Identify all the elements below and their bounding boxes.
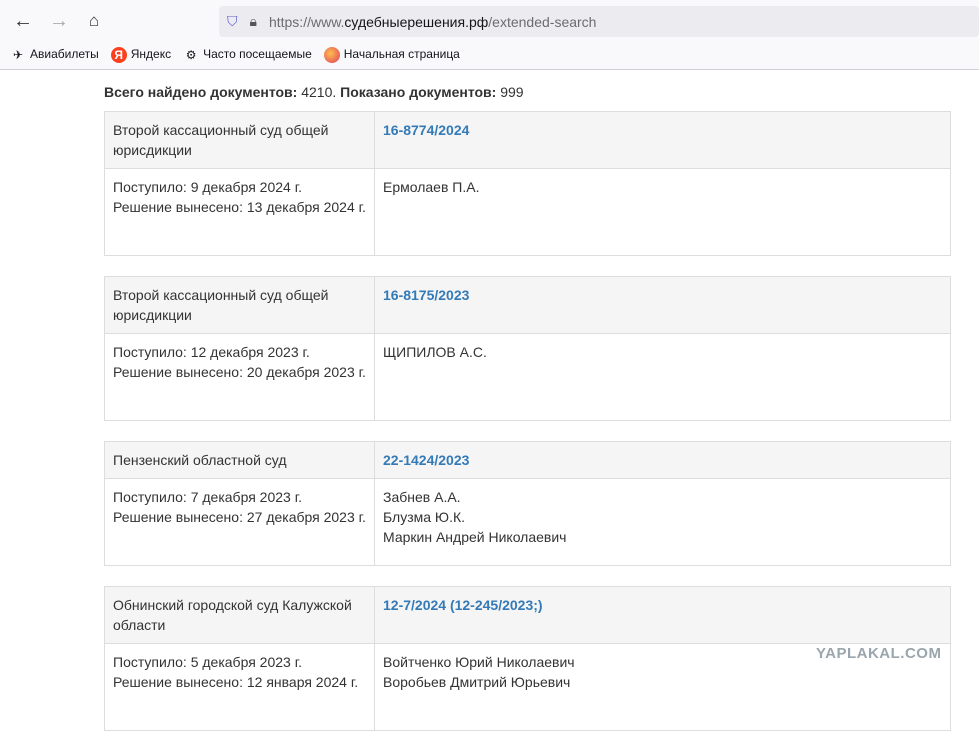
case-number-link[interactable]: 22-1424/2023 <box>383 452 469 468</box>
judges-cell: Забнев А.А. Блузма Ю.К. Маркин Андрей Нико… <box>374 478 951 566</box>
found-label: Всего найдено документов: <box>104 84 298 100</box>
bookmark-start-page[interactable]: Начальная страница <box>323 47 460 63</box>
bookmark-most-visited[interactable]: ⚙ Часто посещаемые <box>183 47 312 63</box>
found-count: 4210. <box>301 84 337 100</box>
judge-name: Забнев А.А. <box>383 489 461 505</box>
decision-date: Решение вынесено: 13 декабря 2024 г. <box>113 199 366 215</box>
result-card: Второй кассационный суд общей юрисдикции… <box>104 111 951 256</box>
decision-date: Решение вынесено: 27 декабря 2023 г. <box>113 509 366 525</box>
judge-name: Воробьев Дмитрий Юрьевич <box>383 674 571 690</box>
shown-label: Показано документов: <box>340 84 497 100</box>
url-prefix: https://www. <box>268 13 345 30</box>
judges-cell: ЩИПИЛОВ А.С. <box>374 333 951 421</box>
dates-cell: Поступило: 5 декабря 2023 г. Решение выне… <box>104 643 375 731</box>
judge-name: Блузма Ю.К. <box>383 509 465 525</box>
court-name: Второй кассационный суд общей юрисдикции <box>104 276 375 334</box>
forward-icon[interactable]: → <box>46 8 72 34</box>
browser-chrome: ← → ⌂ ⛉ 🔒︎ https://www. судебныерешения.р… <box>0 0 979 70</box>
results-summary: Всего найдено документов: 4210. Показано… <box>104 84 951 100</box>
case-number-link[interactable]: 12-7/2024 (12-245/2023;) <box>383 597 543 613</box>
bookmark-label: Часто посещаемые <box>203 47 312 62</box>
address-bar[interactable]: ⛉ 🔒︎ https://www. судебныерешения.рф/exte… <box>219 6 979 37</box>
bookmark-aviabilety[interactable]: ✈ Авиабилеты <box>10 47 99 63</box>
decision-date: Решение вынесено: 20 декабря 2023 г. <box>113 364 366 380</box>
judge-name: ЩИПИЛОВ А.С. <box>383 344 487 360</box>
bookmark-yandex[interactable]: Я Яндекс <box>110 47 172 63</box>
received-date: Поступило: 5 декабря 2023 г. <box>113 654 302 670</box>
firefox-icon <box>323 47 340 63</box>
bookmark-label: Яндекс <box>130 47 172 62</box>
plane-icon: ✈ <box>12 48 24 62</box>
judges-cell: Ермолаев П.А. <box>374 168 951 256</box>
court-name: Пензенский областной суд <box>104 441 375 479</box>
decision-date: Решение вынесено: 12 января 2024 г. <box>113 674 359 690</box>
bookmark-label: Начальная страница <box>343 47 460 62</box>
bookmarks-bar: ✈ Авиабилеты Я Яндекс ⚙ Часто посещаемые На… <box>0 40 979 70</box>
back-icon[interactable]: ← <box>10 8 36 34</box>
court-name: Второй кассационный суд общей юрисдикции <box>104 111 375 169</box>
case-number-link[interactable]: 16-8774/2024 <box>383 122 469 138</box>
received-date: Поступило: 12 декабря 2023 г. <box>113 344 310 360</box>
dates-cell: Поступило: 12 декабря 2023 г. Решение вын… <box>104 333 375 421</box>
url-domain: судебныерешения.рф <box>344 13 489 30</box>
dates-cell: Поступило: 7 декабря 2023 г. Решение выне… <box>104 478 375 566</box>
result-card: Пензенский областной суд 22-1424/2023 Пос… <box>104 441 951 566</box>
case-number-link[interactable]: 16-8175/2023 <box>383 287 469 303</box>
court-name: Обнинский городской суд Калужской област… <box>104 586 375 644</box>
bookmark-label: Авиабилеты <box>30 47 99 62</box>
shown-count: 999 <box>500 84 524 100</box>
home-icon[interactable]: ⌂ <box>81 8 107 34</box>
lock-icon: 🔒︎ <box>249 13 257 29</box>
dates-cell: Поступило: 9 декабря 2024 г. Решение выне… <box>104 168 375 256</box>
result-card: Второй кассационный суд общей юрисдикции… <box>104 276 951 421</box>
yandex-icon: Я <box>110 47 127 63</box>
received-date: Поступило: 9 декабря 2024 г. <box>113 179 302 195</box>
judge-name: Ермолаев П.А. <box>383 179 480 195</box>
received-date: Поступило: 7 декабря 2023 г. <box>113 489 302 505</box>
shield-icon: ⛉ <box>227 13 238 29</box>
judge-name: Маркин Андрей Николаевич <box>383 529 567 545</box>
watermark: YAPLAKAL.COM <box>816 645 942 662</box>
url-path: /extended-search <box>488 13 597 30</box>
gear-icon: ⚙ <box>185 48 197 62</box>
